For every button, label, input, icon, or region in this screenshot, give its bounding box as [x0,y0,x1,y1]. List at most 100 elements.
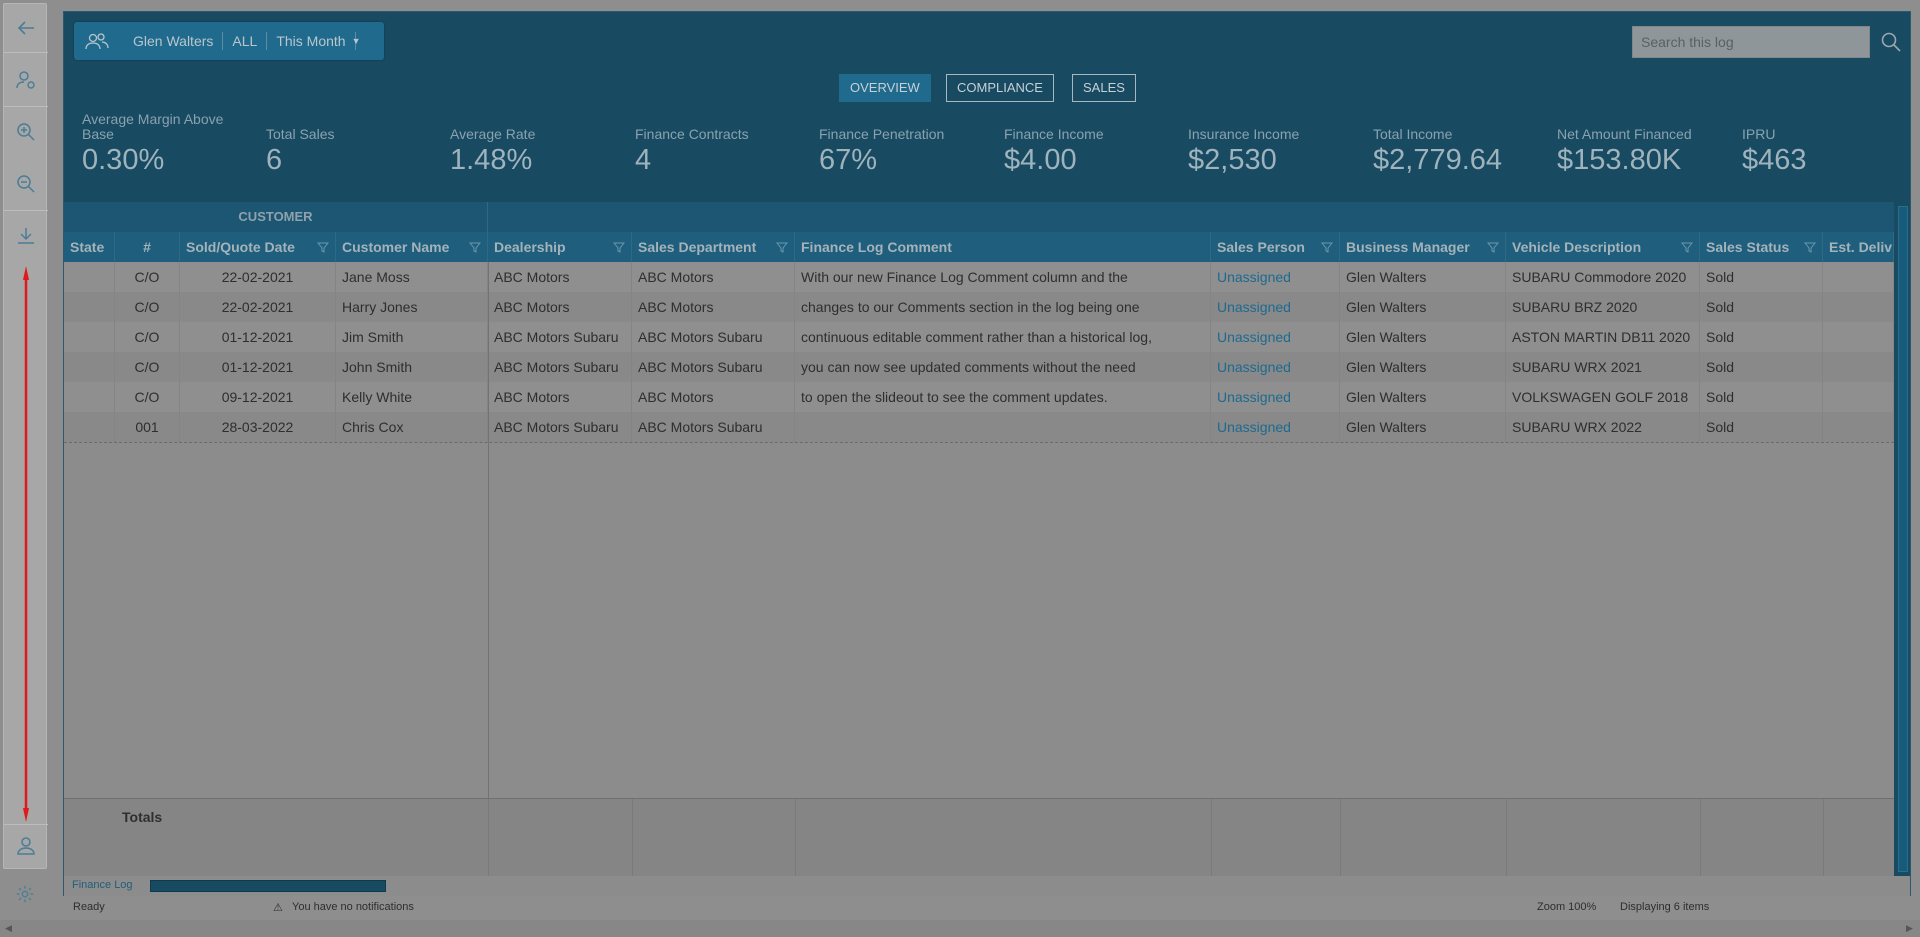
stat-finance-penetration: Finance Penetration 67% [819,112,979,178]
cell-sales-person[interactable]: Unassigned [1211,412,1340,442]
user-filter-dropdown[interactable]: Glen Walters ALL This Month ▼ [74,22,384,60]
caret-down-icon: ▼ [351,36,361,46]
col-header-customer-name[interactable]: Customer Name [336,232,488,262]
stat-value: $463 [1742,144,1807,176]
filter-icon[interactable] [776,241,788,253]
stat-total-income: Total Income $2,779.64 [1373,112,1533,178]
cell-vehicle-description: ASTON MARTIN DB11 2020 [1506,322,1700,352]
profile-button[interactable] [4,824,48,868]
stat-label: Average Rate [450,126,536,142]
cell-sold-date: 01-12-2021 [180,352,336,382]
col-header-sold-date[interactable]: Sold/Quote Date [180,232,336,262]
cell-sales-person[interactable]: Unassigned [1211,352,1340,382]
cell-dealership: ABC Motors Subaru [488,352,632,382]
stat-value: $153.80K [1557,144,1682,176]
table-row[interactable]: C/O 22-02-2021 Jane Moss ABC Motors ABC Moto… [64,262,1894,292]
stat-value: 1.48% [450,144,533,176]
col-header-label: Customer Name [342,239,450,255]
user-icon [17,837,35,855]
totals-label: Totals [122,809,163,825]
stat-finance-contracts: Finance Contracts 4 [635,112,795,178]
cell-est-delivery [1823,382,1894,412]
col-header-dealership[interactable]: Dealership [488,232,632,262]
col-header-finance-log-comment[interactable]: Finance Log Comment [795,232,1211,262]
cell-sales-person[interactable]: Unassigned [1211,262,1340,292]
table-row[interactable]: C/O 09-12-2021 Kelly White ABC Motors ABC Mo… [64,382,1894,412]
cell-state [64,262,115,292]
user-settings-button[interactable] [4,58,48,102]
cell-finance-log-comment: you can now see updated comments without… [795,352,1211,382]
filter-icon[interactable] [317,241,329,253]
cell-customer-name: John Smith [336,352,488,382]
cell-vehicle-description: SUBARU Commodore 2020 [1506,262,1700,292]
zoom-in-button[interactable] [4,110,48,154]
stat-label: Finance Contracts [635,126,749,142]
filter-icon[interactable] [1681,241,1693,253]
user-gear-icon [16,71,35,89]
stat-label: Average Margin Above Base [82,111,224,142]
stat-total-sales: Total Sales 6 [266,112,426,178]
finance-log-panel: Glen Walters ALL This Month ▼ Search thi… [63,11,1911,896]
col-header-label: # [143,239,151,255]
stat-ipru: IPRU $463 [1742,112,1902,178]
gear-icon [16,885,34,903]
search-input[interactable]: Search this log [1632,26,1870,58]
horizontal-scrollbar-thumb[interactable] [150,880,386,892]
col-header-est-delivery[interactable]: Est. Deliv [1823,232,1894,262]
table-row[interactable]: C/O 22-02-2021 Harry Jones ABC Motors ABC Mo… [64,292,1894,322]
back-button[interactable] [4,6,48,50]
scroll-right-icon[interactable]: ▶ [1906,923,1913,934]
table-row[interactable]: C/O 01-12-2021 John Smith ABC Motors Subaru… [64,352,1894,382]
filter-icon[interactable] [613,241,625,253]
window-horizontal-scrollbar[interactable]: ◀ ▶ [0,920,1920,937]
tab-compliance[interactable]: COMPLIANCE [946,74,1054,102]
stat-value: 67% [819,144,878,176]
col-header-number[interactable]: # [115,232,180,262]
filter-icon[interactable] [1487,241,1499,253]
col-header-label: Finance Log Comment [801,239,952,255]
tab-overview[interactable]: OVERVIEW [839,74,931,102]
warning-icon: ⚠ [273,902,283,914]
col-header-sales-department[interactable]: Sales Department [632,232,795,262]
scroll-left-icon[interactable]: ◀ [5,923,12,934]
cell-sales-status: Sold [1700,292,1823,322]
col-header-sales-person[interactable]: Sales Person [1211,232,1340,262]
table-row[interactable]: C/O 01-12-2021 Jim Smith ABC Motors Subaru A… [64,322,1894,352]
col-header-sales-status[interactable]: Sales Status [1700,232,1823,262]
cell-sales-person[interactable]: Unassigned [1211,322,1340,352]
cell-state [64,322,115,352]
cell-customer-name: Chris Cox [336,412,488,442]
settings-button[interactable] [3,872,47,916]
cell-sales-department: ABC Motors Subaru [632,322,795,352]
sheet-tab-finance-log[interactable]: Finance Log [72,879,133,891]
status-bar: Ready ⚠ You have no notifications Zoom 1… [63,897,1911,919]
cell-state [64,382,115,412]
vertical-scrollbar[interactable] [1896,202,1910,878]
table-row[interactable]: 001 28-03-2022 Chris Cox ABC Motors Subaru A… [64,412,1894,442]
filter-icon[interactable] [1321,241,1333,253]
group-customer: CUSTOMER [64,202,488,232]
stat-value: 0.30% [82,144,165,176]
zoom-in-icon [17,123,35,141]
cell-dealership: ABC Motors [488,292,632,322]
zoom-out-button[interactable] [4,162,48,206]
cell-sales-person[interactable]: Unassigned [1211,382,1340,412]
filter-icon[interactable] [1804,241,1816,253]
cell-sales-department: ABC Motors [632,262,795,292]
filter-icon[interactable] [469,241,481,253]
search-icon[interactable] [1880,31,1902,53]
col-header-state[interactable]: State [64,232,115,262]
cell-vehicle-description: SUBARU WRX 2022 [1506,412,1700,442]
stat-label: Net Amount Financed [1557,126,1692,142]
col-header-vehicle-description[interactable]: Vehicle Description [1506,232,1700,262]
stat-value: $2,779.64 [1373,144,1503,176]
cell-sales-person[interactable]: Unassigned [1211,292,1340,322]
tab-sales[interactable]: SALES [1072,74,1136,102]
cell-business-manager: Glen Walters [1340,382,1506,412]
scrollbar-thumb[interactable] [1898,206,1908,872]
download-button[interactable] [4,214,48,258]
col-header-business-manager[interactable]: Business Manager [1340,232,1506,262]
stat-label: Total Income [1373,126,1453,142]
finance-log-grid: CUSTOMER State # Sold/Quote Date Custome… [64,202,1894,889]
cell-customer-name: Jane Moss [336,262,488,292]
